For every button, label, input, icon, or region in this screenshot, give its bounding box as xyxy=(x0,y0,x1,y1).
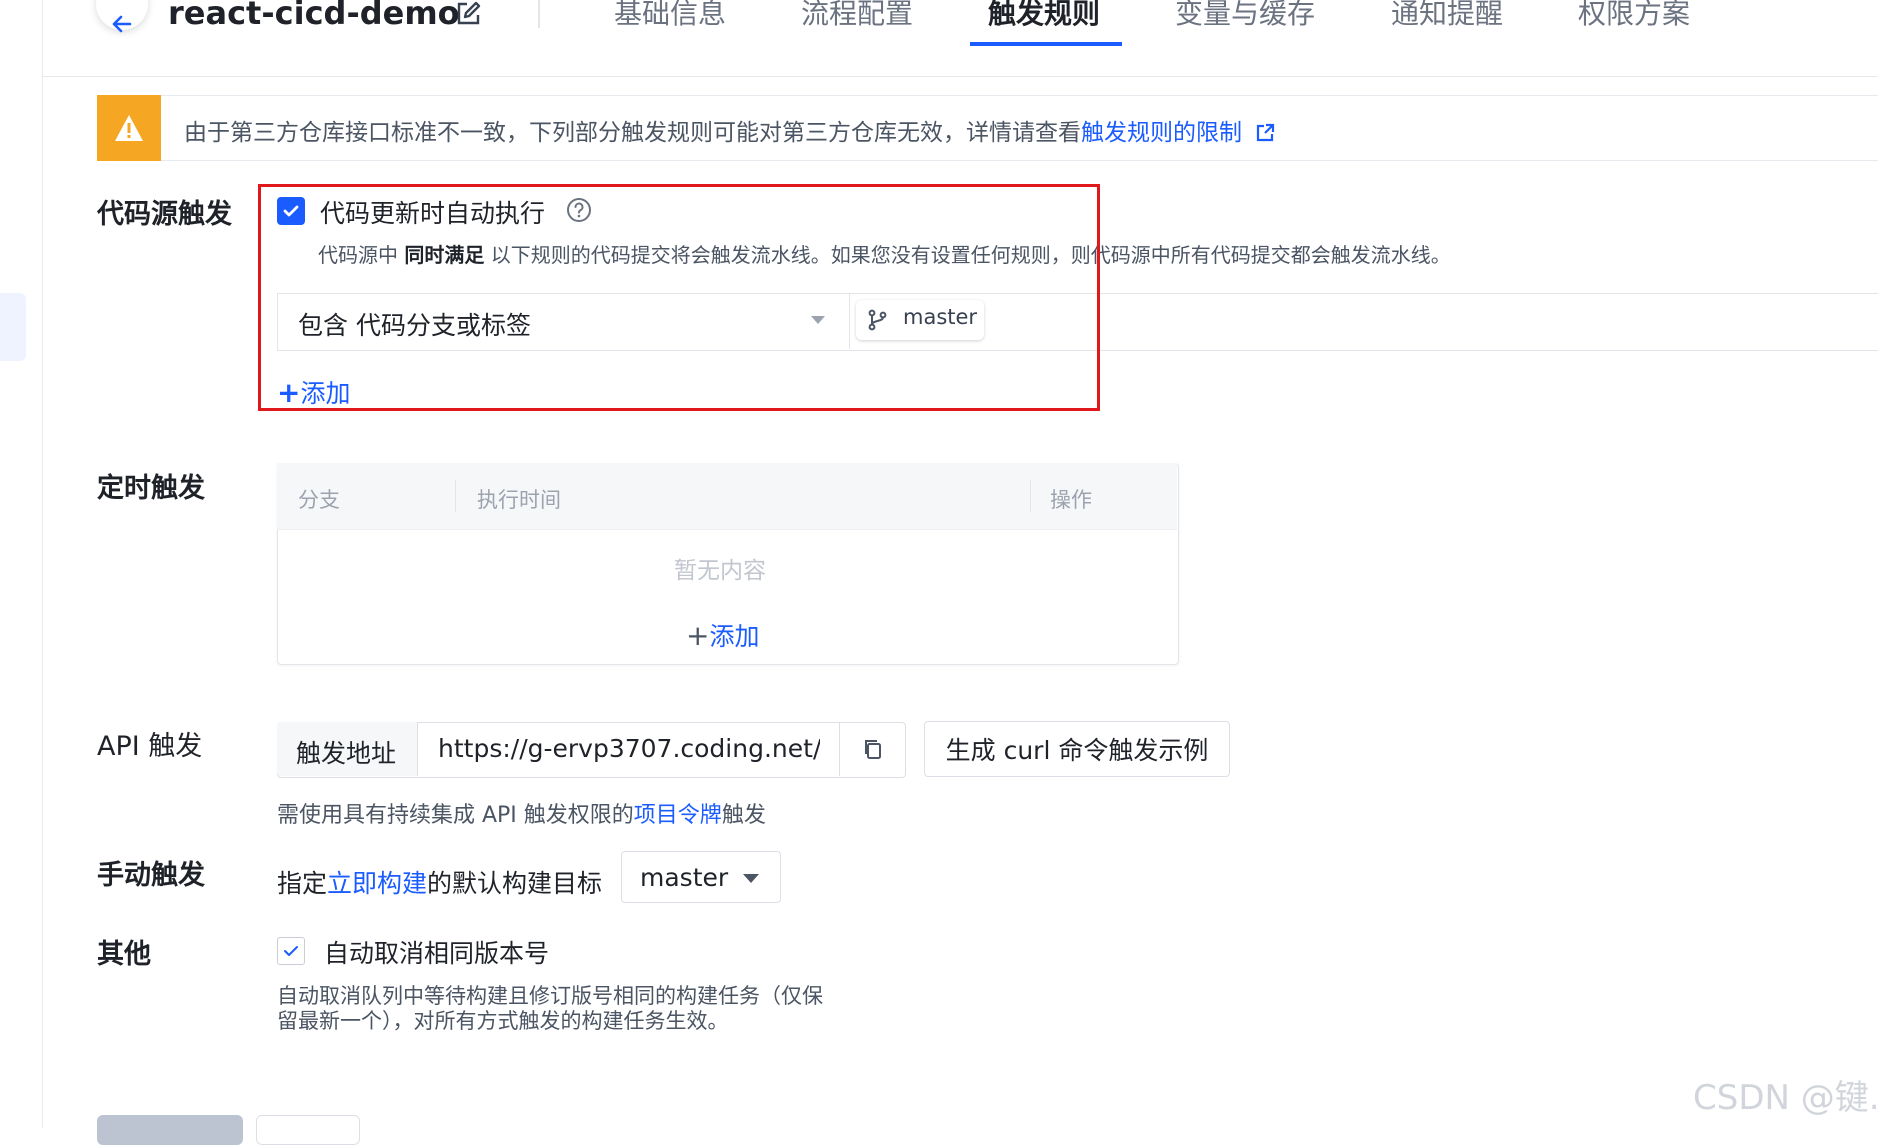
header-divider xyxy=(538,0,540,28)
api-note: 需使用具有持续集成 API 触发权限的项目令牌触发 xyxy=(277,797,766,829)
api-url-input[interactable]: https://g-ervp3707.coding.net/a xyxy=(438,734,820,763)
api-url-addon-label: 触发地址 xyxy=(296,739,397,768)
manual-description: 指定立即构建的默认构建目标 xyxy=(277,864,602,900)
api-trigger-label: API 触发 xyxy=(97,731,203,762)
left-border xyxy=(42,0,43,1128)
column-divider xyxy=(455,480,456,512)
project-title: react-cicd-demo xyxy=(168,0,460,32)
column-branch: 分支 xyxy=(298,488,340,512)
tab-permissions[interactable]: 权限方案 xyxy=(1578,0,1690,32)
generate-curl-button[interactable]: 生成 curl 命令触发示例 xyxy=(924,721,1230,777)
external-link-icon[interactable] xyxy=(1255,123,1275,143)
other-label: 其他 xyxy=(97,939,151,970)
manual-text-suffix: 的默认构建目标 xyxy=(427,869,603,898)
copy-button[interactable] xyxy=(839,722,905,776)
cancel-button[interactable] xyxy=(256,1115,360,1145)
highlight-annotation-box xyxy=(258,184,1100,411)
save-button[interactable] xyxy=(97,1115,243,1145)
default-target-value: master xyxy=(640,863,729,892)
trigger-limit-link[interactable]: 触发规则的限制 xyxy=(1081,120,1242,146)
manual-trigger-label: 手动触发 xyxy=(97,860,205,891)
edit-icon[interactable] xyxy=(454,0,482,32)
warning-text: 由于第三方仓库接口标准不一致，下列部分触发规则可能对第三方仓库无效，详情请查看触… xyxy=(184,113,1275,147)
checkmark-icon xyxy=(284,946,298,956)
tab-notifications[interactable]: 通知提醒 xyxy=(1391,0,1503,32)
tab-flow-config[interactable]: 流程配置 xyxy=(801,0,913,32)
column-actions: 操作 xyxy=(1050,488,1092,512)
api-note-suffix: 触发 xyxy=(721,803,766,828)
timer-trigger-label: 定时触发 xyxy=(97,473,205,504)
caret-down-icon xyxy=(743,874,759,883)
tab-variables-cache[interactable]: 变量与缓存 xyxy=(1175,0,1315,32)
warning-icon xyxy=(97,95,161,161)
project-token-link[interactable]: 项目令牌 xyxy=(634,803,722,828)
auto-cancel-description: 自动取消队列中等待构建且修订版号相同的构建任务（仅保留最新一个），对所有方式触发… xyxy=(277,984,823,1033)
column-divider xyxy=(1030,480,1031,512)
add-timer-button[interactable]: +添加 xyxy=(686,617,759,653)
timer-table-header xyxy=(277,463,1177,530)
tab-trigger-rules[interactable]: 触发规则 xyxy=(988,0,1100,32)
active-tab-indicator xyxy=(970,42,1122,46)
auto-cancel-checkbox[interactable] xyxy=(277,937,305,965)
empty-state: 暂无内容 xyxy=(674,558,766,584)
back-button[interactable] xyxy=(96,0,148,33)
api-note-prefix: 需使用具有持续集成 API 触发权限的 xyxy=(277,803,634,828)
column-exec-time: 执行时间 xyxy=(477,488,561,512)
watermark: CSDN @键. xyxy=(1693,1078,1878,1118)
tab-basic-info[interactable]: 基础信息 xyxy=(614,0,726,32)
copy-icon xyxy=(864,740,881,759)
add-timer-label: 添加 xyxy=(709,622,760,651)
auto-cancel-label[interactable]: 自动取消相同版本号 xyxy=(324,934,549,970)
warning-message: 由于第三方仓库接口标准不一致，下列部分触发规则可能对第三方仓库无效，详情请查看 xyxy=(184,120,1081,146)
build-now-link[interactable]: 立即构建 xyxy=(327,869,427,898)
manual-text-prefix: 指定 xyxy=(277,869,328,898)
arrow-left-icon xyxy=(112,15,132,33)
plus-icon: + xyxy=(686,619,710,652)
code-source-trigger-label: 代码源触发 xyxy=(97,199,232,230)
sidebar-active-indicator[interactable] xyxy=(0,293,26,361)
header-divider-line xyxy=(42,76,1878,77)
